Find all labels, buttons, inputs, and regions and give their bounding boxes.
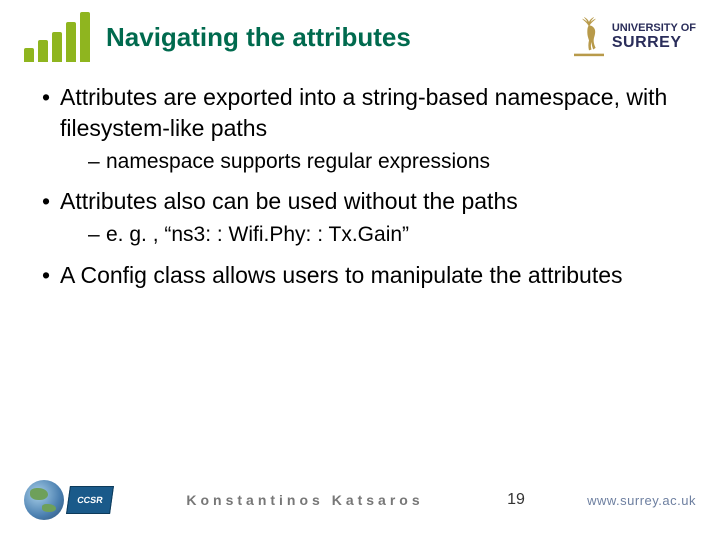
sub-bullet-text: e. g. , “ns3: : Wifi.Phy: : Tx.Gain” xyxy=(106,223,409,246)
bullet-item: Attributes also can be used without the … xyxy=(42,186,696,249)
bullet-text: A Config class allows users to manipulat… xyxy=(60,262,623,288)
ccsr-logo: CCSR xyxy=(24,475,114,525)
sub-bullet-text: namespace supports regular expressions xyxy=(106,150,490,173)
university-name-label: SURREY xyxy=(612,34,696,52)
bullet-text: Attributes are exported into a string-ba… xyxy=(60,84,667,141)
footer-url: www.surrey.ac.uk xyxy=(536,493,696,508)
content: Attributes are exported into a string-ba… xyxy=(24,82,696,291)
page-title: Navigating the attributes xyxy=(106,22,556,53)
stag-icon xyxy=(572,17,606,57)
slide: Navigating the attributes UNIVERSITY OF … xyxy=(0,0,720,540)
university-logo: UNIVERSITY OF SURREY xyxy=(572,17,696,57)
bullet-text: Attributes also can be used without the … xyxy=(60,188,518,214)
page-number: 19 xyxy=(496,491,536,509)
author-label: Konstantinos Katsaros xyxy=(114,492,496,508)
bars-logo-icon xyxy=(24,12,90,62)
footer: CCSR Konstantinos Katsaros 19 www.surrey… xyxy=(0,470,720,530)
ccsr-badge: CCSR xyxy=(66,486,114,514)
header: Navigating the attributes UNIVERSITY OF … xyxy=(24,12,696,62)
sub-bullet-item: namespace supports regular expressions xyxy=(88,148,696,176)
sub-bullet-item: e. g. , “ns3: : Wifi.Phy: : Tx.Gain” xyxy=(88,221,696,249)
university-text: UNIVERSITY OF SURREY xyxy=(612,22,696,52)
bullet-item: Attributes are exported into a string-ba… xyxy=(42,82,696,176)
globe-icon xyxy=(24,480,64,520)
university-top-label: UNIVERSITY OF xyxy=(612,22,696,34)
bullet-item: A Config class allows users to manipulat… xyxy=(42,260,696,291)
